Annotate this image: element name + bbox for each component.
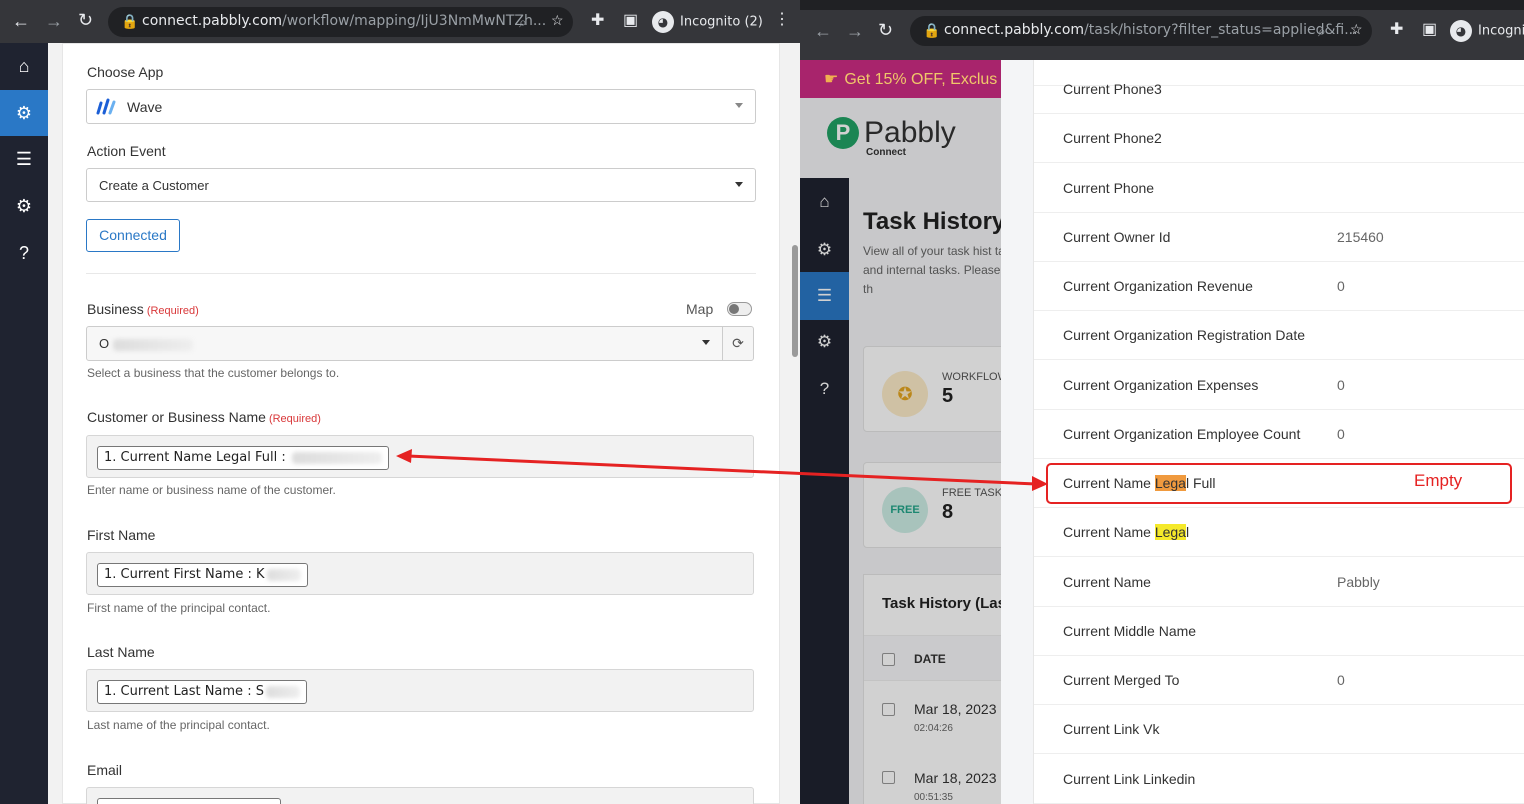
redacted-text: [113, 338, 194, 351]
customer-name-help: Enter name or business name of the custo…: [87, 483, 336, 497]
browser-toolbar: ← → ↻ 🔒 connect.pabbly.com/workflow/mapp…: [0, 0, 800, 43]
table-row: Current Phone3: [1034, 65, 1524, 114]
scrollbar[interactable]: [792, 245, 798, 357]
business-help: Select a business that the customer belo…: [87, 366, 340, 380]
extensions-icon[interactable]: ✚: [591, 13, 604, 29]
forward-icon[interactable]: →: [846, 22, 864, 40]
choose-app-label: Choose App: [87, 64, 164, 80]
choose-app-select[interactable]: Wave: [86, 89, 756, 124]
mapped-field-chip[interactable]: 1. Current Last Name : S: [97, 680, 307, 704]
last-name-label: Last Name: [87, 644, 155, 660]
modal-backdrop[interactable]: [800, 98, 1001, 804]
redacted-text: [291, 451, 382, 464]
table-row: Current Merged To 0: [1034, 656, 1524, 705]
side-panel-icon[interactable]: ▣: [1422, 22, 1437, 38]
annotation-empty-label: Empty: [1414, 471, 1463, 490]
redacted-text: [266, 568, 301, 581]
settings-icon[interactable]: ⚙: [0, 183, 48, 229]
lock-icon: 🔒: [121, 14, 139, 30]
pointing-hand-icon: ☛: [824, 71, 839, 88]
mapped-field-chip[interactable]: 1. Current Name Legal Full :: [97, 446, 389, 470]
search-highlight: Lega: [1154, 524, 1186, 540]
redacted-text: [265, 685, 300, 698]
left-browser-window: ← → ↻ 🔒 connect.pabbly.com/workflow/mapp…: [0, 0, 800, 804]
table-row: Current Phone2: [1034, 114, 1524, 163]
address-bar[interactable]: 🔒 connect.pabbly.com/workflow/mapping/Ij…: [108, 7, 573, 37]
email-label: Email: [87, 762, 123, 778]
action-event-value: Create a Customer: [99, 178, 209, 193]
table-row: Current Middle Name: [1034, 607, 1524, 656]
table-row: Current Name Pabbly: [1034, 558, 1524, 607]
side-panel-icon[interactable]: ▣: [623, 13, 638, 29]
bookmark-star-icon[interactable]: ☆: [551, 12, 564, 29]
customer-name-field[interactable]: 1. Current Name Legal Full :: [86, 435, 754, 478]
menu-kebab-icon[interactable]: ⋮: [774, 12, 790, 28]
chevron-down-icon: [735, 103, 743, 108]
map-toggle[interactable]: [727, 302, 752, 316]
first-name-label: First Name: [87, 527, 156, 543]
incognito-badge[interactable]: ◕ Incognito (2): [652, 11, 763, 33]
business-label: Business (Required): [87, 301, 199, 317]
mapped-field-chip[interactable]: 1. Current First Name : K: [97, 563, 308, 587]
modal-gutter: [1001, 60, 1033, 804]
task-details-panel: Current Phone3 Current Phone2 Current Ph…: [1033, 60, 1524, 804]
customer-name-label: Customer or Business Name (Required): [87, 409, 321, 425]
table-row: Current Phone: [1034, 164, 1524, 213]
workflow-icon[interactable]: ⚙: [0, 90, 48, 136]
action-event-select[interactable]: Create a Customer: [86, 168, 756, 202]
chevron-down-icon: [702, 340, 710, 345]
email-field[interactable]: [86, 787, 754, 804]
table-row: Current Organization Registration Date: [1034, 311, 1524, 360]
incognito-icon: ◕: [652, 11, 674, 33]
table-row: Current Organization Expenses 0: [1034, 361, 1524, 410]
app-sidebar: ⌂ ⚙ ☰ ⚙ ?: [0, 43, 48, 804]
action-config-panel: Choose App Wave Action Event Create a Cu…: [62, 43, 780, 804]
map-toggle-label: Map: [686, 301, 714, 317]
reload-icon[interactable]: ↻: [78, 11, 93, 29]
right-browser-window: ← → ↻ 🔒 connect.pabbly.com/task/history?…: [800, 0, 1524, 804]
lock-icon: 🔒: [923, 23, 941, 39]
forward-icon[interactable]: →: [45, 12, 63, 30]
back-icon[interactable]: ←: [814, 22, 832, 40]
chevron-down-icon: [735, 182, 743, 187]
table-row-name-legal: Current Name Legal: [1034, 508, 1524, 557]
first-name-help: First name of the principal contact.: [87, 601, 271, 615]
divider: [86, 273, 756, 274]
home-icon[interactable]: ⌂: [0, 43, 48, 89]
table-row: Current Organization Employee Count 0: [1034, 410, 1524, 459]
business-select[interactable]: O: [86, 326, 723, 361]
app-value: Wave: [127, 99, 163, 115]
connected-button[interactable]: Connected: [86, 219, 180, 252]
bookmark-star-icon[interactable]: ☆: [1350, 21, 1363, 38]
tab-strip: [800, 0, 1524, 10]
last-name-field[interactable]: 1. Current Last Name : S: [86, 669, 754, 712]
wave-logo-icon: [96, 98, 116, 115]
refresh-icon[interactable]: ⟳: [722, 326, 754, 361]
mapped-field-chip[interactable]: [97, 798, 281, 804]
table-row: Current Organization Revenue 0: [1034, 262, 1524, 311]
zoom-icon[interactable]: ⌕: [519, 14, 527, 31]
help-icon[interactable]: ?: [0, 230, 48, 276]
first-name-field[interactable]: 1. Current First Name : K: [86, 552, 754, 595]
extensions-icon[interactable]: ✚: [1390, 22, 1403, 38]
reload-icon[interactable]: ↻: [878, 21, 893, 39]
table-row: Current Link Linkedin: [1034, 755, 1524, 804]
action-event-label: Action Event: [87, 143, 166, 159]
task-list-icon[interactable]: ☰: [0, 136, 48, 182]
table-row: Current Owner Id 215460: [1034, 213, 1524, 262]
table-row: Current Link Vk: [1034, 705, 1524, 754]
back-icon[interactable]: ←: [12, 12, 30, 30]
last-name-help: Last name of the principal contact.: [87, 718, 270, 732]
promo-banner[interactable]: ☛ Get 15% OFF, Exclus: [800, 60, 1001, 98]
